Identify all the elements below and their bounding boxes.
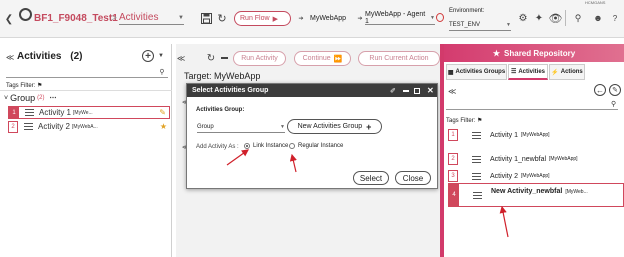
- arrow-to-regular-instance: [289, 153, 297, 173]
- arrow-to-new-activity: [499, 205, 509, 238]
- arrow-to-link-instance: [226, 149, 249, 166]
- annotation-arrows: [226, 149, 509, 238]
